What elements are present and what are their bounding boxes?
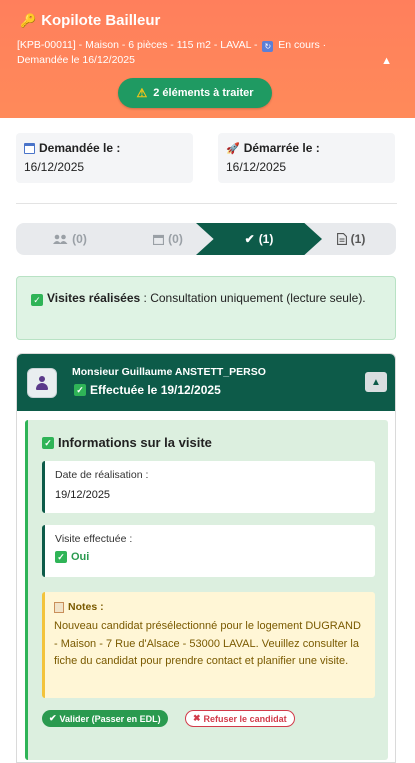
step-completed-count: (1) — [258, 232, 274, 246]
visit-done-value: Oui — [71, 551, 90, 563]
started-value: 16/12/2025 — [226, 160, 287, 174]
candidate-name: Monsieur Guillaume ANSTETT_PERSO — [72, 366, 266, 378]
validate-label: Valider (Passer en EDL) — [59, 713, 161, 724]
property-summary: [KPB-00011] - Maison - 6 pièces - 115 m2… — [17, 39, 258, 51]
requested-label-row: Demandée le : — [24, 141, 120, 155]
rocket-icon: 🚀 — [226, 142, 240, 155]
check-box-icon: ✓ — [42, 436, 54, 449]
requested-label: Demandée le : — [39, 141, 121, 155]
calendar-icon — [24, 142, 35, 154]
divider — [16, 203, 397, 204]
step-documents[interactable]: (1) — [306, 223, 396, 255]
status-icon: ↻ — [262, 41, 274, 52]
collapse-header-button[interactable]: ▲ — [381, 55, 392, 67]
check-icon: ✔ — [49, 713, 57, 723]
header-title: 🔑 Kopilote Bailleur — [20, 12, 160, 29]
check-box-icon: ✓ — [74, 384, 86, 396]
visit-date-label: Date de réalisation : — [55, 469, 149, 481]
visit-done-value-row: ✓ Oui — [55, 551, 365, 563]
close-icon: ✖ — [193, 713, 201, 723]
started-label-row: 🚀 Démarrée le : — [226, 141, 320, 155]
banner-text: : Consultation uniquement (lecture seule… — [140, 291, 366, 305]
step-candidates[interactable]: (0) — [16, 223, 124, 255]
notes-box: Notes : Nouveau candidat présélectionné … — [42, 592, 375, 698]
warning-icon: ⚠ — [136, 86, 148, 100]
visit-date-field: Date de réalisation : 19/12/2025 — [42, 461, 375, 513]
step-candidates-count: (0) — [72, 232, 87, 246]
property-header: 🔑 Kopilote Bailleur [KPB-00011] - Maison… — [0, 0, 415, 118]
visit-info-title: ✓ Informations sur la visite — [42, 435, 212, 450]
pending-items-button[interactable]: ⚠ 2 éléments à traiter — [118, 78, 272, 108]
step-documents-count: (1) — [350, 232, 366, 246]
visit-card: Monsieur Guillaume ANSTETT_PERSO ✓ Effec… — [16, 353, 396, 763]
memo-icon — [54, 601, 64, 613]
step-completed-visits[interactable]: ✔ (1) — [196, 223, 322, 255]
workflow-stepper: (0) (0) ✔ (1) (1) — [16, 223, 396, 255]
step-planned-count: (0) — [168, 232, 183, 246]
banner-bold: Visites réalisées — [47, 291, 141, 305]
visit-info-title-text: Informations sur la visite — [58, 435, 212, 450]
notes-label: Notes : — [68, 601, 104, 613]
app-title: Kopilote Bailleur — [41, 12, 161, 29]
pending-items-label: 2 éléments à traiter — [153, 87, 254, 99]
validate-button[interactable]: ✔ Valider (Passer en EDL) — [42, 710, 168, 727]
reject-label: Refuser le candidat — [203, 713, 287, 724]
visit-details: ✓ Informations sur la visite Date de réa… — [25, 420, 388, 760]
check-box-icon: ✓ — [31, 294, 43, 306]
request-date: Demandée le 16/12/2025 — [17, 54, 135, 66]
collapse-visit-button[interactable]: ▲ — [365, 372, 387, 392]
document-icon — [336, 233, 347, 245]
property-meta: [KPB-00011] - Maison - 6 pièces - 115 m2… — [17, 39, 327, 66]
notes-text: Nouveau candidat présélectionné pour le … — [54, 620, 361, 667]
calendar-icon — [153, 234, 165, 245]
visit-status: Effectuée le 19/12/2025 — [90, 383, 221, 397]
started-date-card: 🚀 Démarrée le : 16/12/2025 — [218, 133, 395, 183]
readonly-banner: ✓ Visites réalisées : Consultation unique… — [16, 276, 396, 340]
person-icon — [35, 376, 49, 390]
check-box-icon: ✓ — [55, 551, 67, 563]
visit-card-header: Monsieur Guillaume ANSTETT_PERSO ✓ Effec… — [17, 354, 395, 411]
avatar — [27, 368, 57, 398]
reject-button[interactable]: ✖ Refuser le candidat — [185, 710, 295, 727]
visit-done-label: Visite effectuée : — [55, 533, 133, 545]
visit-date-value: 19/12/2025 — [55, 489, 111, 501]
users-icon — [53, 234, 68, 244]
requested-value: 16/12/2025 — [24, 160, 85, 174]
visit-done-field: Visite effectuée : ✓ Oui — [42, 525, 375, 577]
notes-label-row: Notes : — [54, 601, 366, 613]
check-icon: ✔ — [244, 232, 255, 246]
visit-status-row: ✓ Effectuée le 19/12/2025 — [74, 383, 221, 397]
key-icon: 🔑 — [20, 12, 37, 28]
property-status: En cours — [278, 39, 320, 51]
started-label: Démarrée le : — [243, 141, 320, 155]
requested-date-card: Demandée le : 16/12/2025 — [16, 133, 193, 183]
